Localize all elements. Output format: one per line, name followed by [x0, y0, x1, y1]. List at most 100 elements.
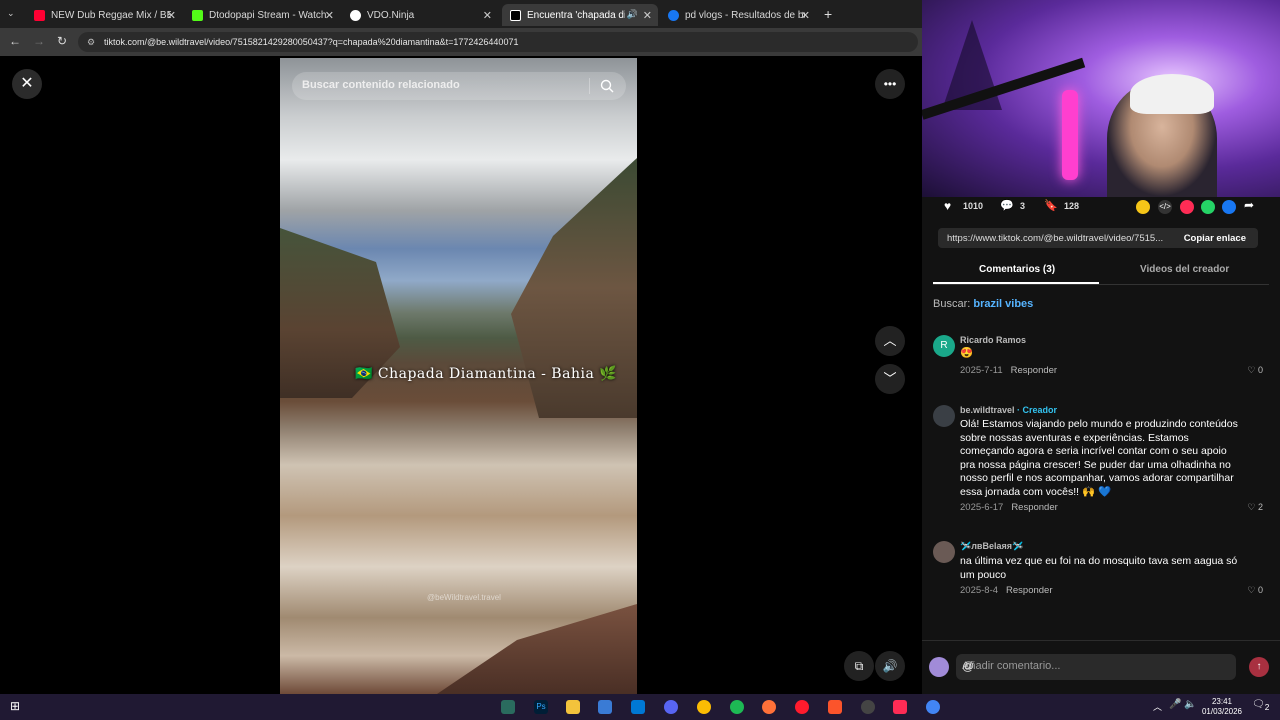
search-icon[interactable]	[600, 79, 614, 93]
kick-icon	[192, 9, 203, 21]
comment-item: be.wildtravel · Creador Olá! Estamos via…	[933, 405, 1273, 515]
calculator-icon[interactable]	[598, 700, 612, 714]
share-arrow-icon[interactable]: ➦	[1244, 198, 1254, 212]
previous-video-button[interactable]: ︿	[875, 326, 905, 356]
tab-facebook[interactable]: pd vlogs - Resultados de búsque ✕	[660, 4, 816, 26]
tab-tiktok-active[interactable]: Encuentra 'chapada diamantina' 🔊 ✕	[502, 4, 658, 26]
emoji-share-icon[interactable]	[1136, 200, 1150, 214]
emoji-icon[interactable]: ☺	[962, 659, 1228, 673]
facebook-icon	[668, 9, 679, 21]
discord-icon[interactable]	[664, 700, 678, 714]
whatsapp-icon[interactable]	[1201, 200, 1215, 214]
tiktok-icon	[510, 9, 521, 21]
volume-icon[interactable]: 🔊	[875, 651, 905, 681]
close-icon[interactable]: ✕	[12, 69, 42, 99]
comment-item: R Ricardo Ramos 😍 2025-7-11 Responder ♡ 0	[933, 335, 1273, 385]
photoshop-icon[interactable]: Ps	[534, 700, 548, 714]
comment-author[interactable]: be.wildtravel · Creador	[960, 405, 1057, 415]
youtube-icon	[34, 9, 45, 21]
more-options-icon[interactable]: •••	[875, 69, 905, 99]
facebook-share-icon[interactable]	[1222, 200, 1236, 214]
comment-like[interactable]: ♡ 0	[1247, 585, 1263, 596]
folder-icon[interactable]	[566, 700, 580, 714]
tab-divider	[933, 284, 1269, 285]
heart-icon[interactable]: ♥	[944, 199, 951, 213]
comment-author[interactable]: 🛩️лвBelaяя🛩️	[960, 541, 1023, 552]
video-watermark: @beWildtravel.travel	[427, 593, 501, 602]
clock[interactable]: 23:41 01/03/2026	[1202, 697, 1242, 717]
creator-badge: · Creador	[1017, 405, 1058, 415]
url-input[interactable]: ⚙ tiktok.com/@be.wildtravel/video/751582…	[78, 32, 918, 52]
tab-youtube[interactable]: NEW Dub Reggae Mix / BEST R ✕	[26, 4, 182, 26]
share-link-text[interactable]: https://www.tiktok.com/@be.wildtravel/vi…	[947, 233, 1171, 244]
opera-icon[interactable]	[795, 700, 809, 714]
tab-vdo-ninja[interactable]: VDO.Ninja ✕	[342, 4, 498, 26]
video-caption-overlay: 🇧🇷 Chapada Diamantina - Bahia 🌿	[355, 366, 618, 382]
related-search-input[interactable]: Buscar contenido relacionado	[292, 72, 626, 100]
chrome-icon[interactable]	[697, 700, 711, 714]
send-icon[interactable]	[1180, 200, 1194, 214]
tab-creator-videos[interactable]: Videos del creador	[1140, 264, 1229, 275]
tray-chevron-icon[interactable]: ︿	[1153, 700, 1162, 713]
comment-count: 3	[1020, 201, 1026, 211]
comment-like[interactable]: ♡ 2	[1247, 502, 1263, 513]
reply-button[interactable]: Responder	[1006, 585, 1052, 596]
reload-icon[interactable]: ↻	[57, 34, 67, 48]
tiktok-app-icon[interactable]	[893, 700, 907, 714]
comment-like[interactable]: ♡ 0	[1247, 365, 1263, 376]
like-count: 1010	[963, 201, 984, 211]
close-tab-icon[interactable]: ✕	[643, 9, 652, 22]
search-suggestion-query[interactable]: brazil vibes	[973, 298, 1033, 310]
comment-meta: 2025-8-4 Responder	[960, 585, 1053, 596]
comment-author[interactable]: Ricardo Ramos	[960, 335, 1026, 345]
divider	[589, 78, 590, 94]
copy-link-button[interactable]: Copiar enlace	[1184, 233, 1246, 244]
mail-icon[interactable]	[631, 700, 645, 714]
next-video-button[interactable]: ﹀	[875, 364, 905, 394]
comment-text: 😍	[960, 347, 974, 359]
close-tab-icon[interactable]: ✕	[325, 9, 334, 22]
firefox-icon[interactable]	[762, 700, 776, 714]
avatar	[929, 657, 949, 677]
tab-kick[interactable]: Dtodopapi Stream - Watch Live ✕	[184, 4, 340, 26]
floating-player-icon[interactable]: ⧉	[844, 651, 874, 681]
comment-meta: 2025-7-11 Responder	[960, 365, 1058, 376]
close-tab-icon[interactable]: ✕	[167, 9, 176, 22]
share-link-box: https://www.tiktok.com/@be.wildtravel/vi…	[938, 228, 1258, 248]
avatar[interactable]	[933, 541, 955, 563]
add-comment-bar: Añadir comentario... @ ☺ ↑	[922, 640, 1280, 694]
add-comment-input[interactable]: Añadir comentario... @ ☺	[956, 654, 1236, 680]
bookmark-icon[interactable]: 🔖	[1044, 199, 1058, 212]
forward-arrow-icon[interactable]: →	[33, 34, 45, 48]
notifications-icon[interactable]: 🗨2	[1252, 699, 1269, 712]
reply-button[interactable]: Responder	[1011, 365, 1057, 376]
search-suggestion[interactable]: Buscar: brazil vibes	[933, 298, 1033, 310]
tab-comments[interactable]: Comentarios (3)	[979, 264, 1055, 275]
obs-icon[interactable]	[861, 700, 875, 714]
post-comment-button[interactable]: ↑	[1249, 657, 1269, 677]
speaker-icon[interactable]: 🔊	[627, 9, 638, 20]
webcam-overlay	[922, 0, 1280, 197]
spotify-icon[interactable]	[730, 700, 744, 714]
close-tab-icon[interactable]: ✕	[801, 9, 810, 22]
new-tab-button[interactable]: +	[824, 6, 832, 22]
tab-list-chevron-icon[interactable]: ⌄	[7, 8, 15, 19]
comment-meta: 2025-6-17 Responder	[960, 502, 1058, 513]
reply-button[interactable]: Responder	[1011, 502, 1057, 513]
avatar[interactable]	[933, 405, 955, 427]
video-viewer: ✕ Buscar contenido relacionado 🇧🇷 Chapad…	[0, 56, 918, 694]
brave-icon[interactable]	[828, 700, 842, 714]
close-tab-icon[interactable]: ✕	[483, 9, 492, 22]
address-bar-row: ← → ↻ ⚙ tiktok.com/@be.wildtravel/video/…	[0, 28, 922, 56]
volume-tray-icon[interactable]: 🔈	[1184, 699, 1196, 710]
mic-tray-icon[interactable]: 🎤	[1169, 699, 1181, 710]
site-info-icon[interactable]: ⚙	[87, 32, 95, 52]
app-icon[interactable]	[501, 700, 515, 714]
back-arrow-icon[interactable]: ←	[9, 34, 21, 48]
chrome-active-icon[interactable]	[926, 700, 940, 714]
comment-icon[interactable]: 💬	[1000, 199, 1014, 212]
comment-text: na última vez que eu foi na do mosquito …	[960, 555, 1238, 581]
embed-icon[interactable]: </>	[1158, 200, 1172, 214]
avatar[interactable]: R	[933, 335, 955, 357]
windows-start-icon[interactable]: ⊞	[10, 699, 20, 713]
